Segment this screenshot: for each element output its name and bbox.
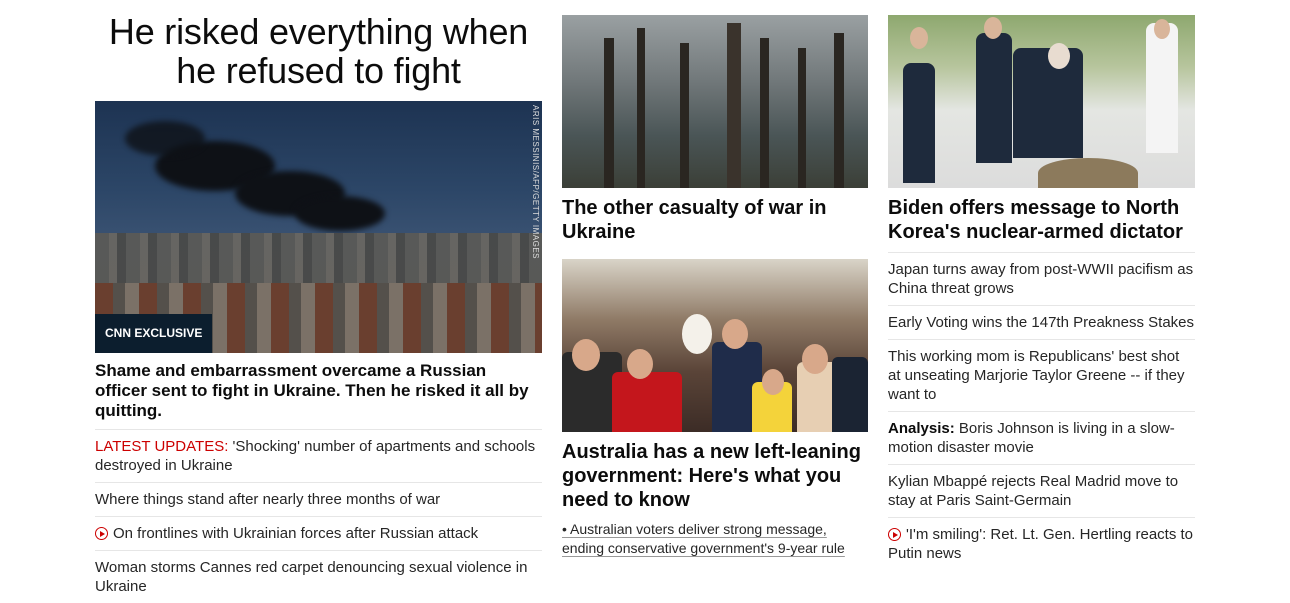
crowd-image[interactable] <box>562 259 868 432</box>
right-column: Biden offers message to North Korea's nu… <box>888 0 1195 570</box>
ceremony-image[interactable] <box>888 15 1195 188</box>
story-title[interactable]: Biden offers message to North Korea's nu… <box>888 196 1195 244</box>
story-title[interactable]: Australia has a new left-leaning governm… <box>562 440 868 512</box>
list-item[interactable]: Analysis: Boris Johnson is living in a s… <box>888 412 1195 465</box>
related-link[interactable]: • Australian voters deliver strong messa… <box>562 520 868 558</box>
middle-column: The other casualty of war in Ukraine Aus… <box>562 0 868 558</box>
list-item[interactable]: Where things stand after nearly three mo… <box>95 483 542 517</box>
list-item[interactable]: LATEST UPDATES: 'Shocking' number of apa… <box>95 430 542 483</box>
exclusive-badge: CNN EXCLUSIVE <box>95 314 213 353</box>
lead-story-column: He risked everything when he refused to … <box>95 0 542 603</box>
lead-story-image[interactable]: ARIS MESSINIS/AFP/GETTY IMAGES CNN EXCLU… <box>95 101 542 353</box>
lead-story-summary[interactable]: Shame and embarrassment overcame a Russi… <box>95 361 542 421</box>
list-item[interactable]: Kylian Mbappé rejects Real Madrid move t… <box>888 465 1195 518</box>
video-play-icon <box>95 527 108 540</box>
list-item[interactable]: Japan turns away from post-WWII pacifism… <box>888 253 1195 306</box>
list-item[interactable]: Woman storms Cannes red carpet denouncin… <box>95 551 542 603</box>
list-item[interactable]: This working mom is Republicans' best sh… <box>888 340 1195 412</box>
video-play-icon <box>888 528 901 541</box>
analysis-label: Analysis: <box>888 420 955 437</box>
related-links-list: LATEST UPDATES: 'Shocking' number of apa… <box>95 429 542 603</box>
list-item[interactable]: On frontlines with Ukrainian forces afte… <box>95 517 542 551</box>
image-credit: ARIS MESSINIS/AFP/GETTY IMAGES <box>531 105 540 259</box>
lead-headline[interactable]: He risked everything when he refused to … <box>95 12 542 90</box>
forest-image[interactable] <box>562 15 868 188</box>
story-title[interactable]: The other casualty of war in Ukraine <box>562 196 868 244</box>
headline-list: Japan turns away from post-WWII pacifism… <box>888 252 1195 570</box>
list-item[interactable]: Early Voting wins the 147th Preakness St… <box>888 306 1195 340</box>
list-item[interactable]: 'I'm smiling': Ret. Lt. Gen. Hertling re… <box>888 518 1195 570</box>
latest-updates-label: LATEST UPDATES: <box>95 438 229 455</box>
